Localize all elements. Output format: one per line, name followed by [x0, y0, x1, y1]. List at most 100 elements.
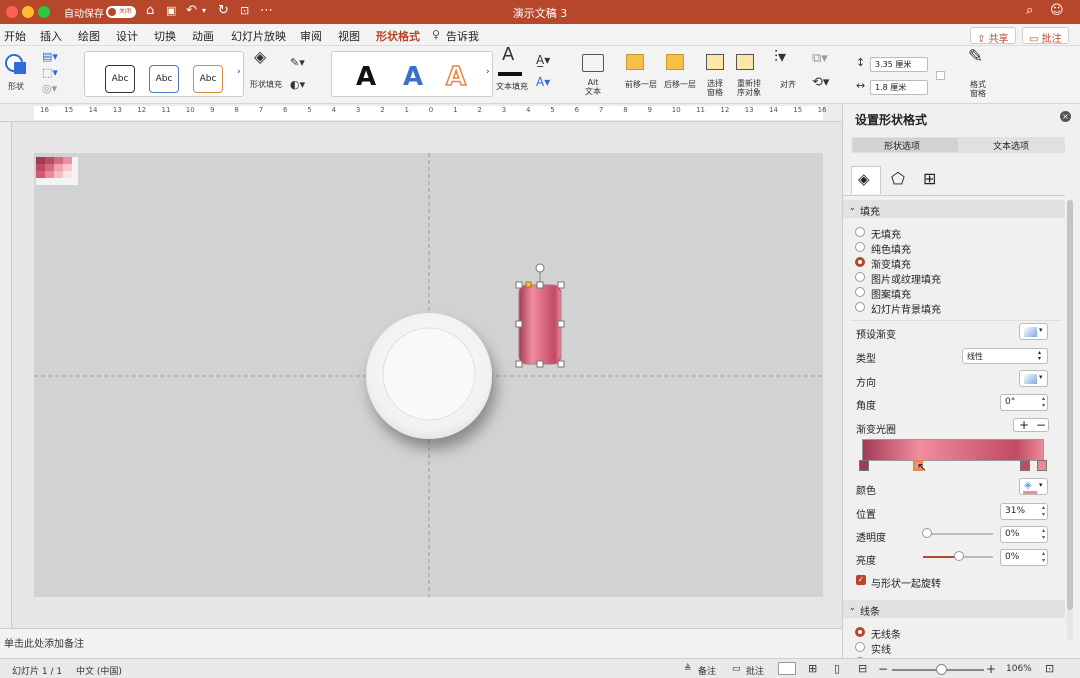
- pane-scrollbar[interactable]: [1067, 200, 1073, 640]
- position-input[interactable]: 31%: [1000, 503, 1048, 520]
- line-option-label[interactable]: 无线条: [871, 626, 901, 641]
- tab-insert[interactable]: 插入: [40, 28, 62, 44]
- close-pane-icon[interactable]: ×: [1060, 111, 1071, 122]
- rotate-with-shape-checkbox[interactable]: ✓: [856, 575, 866, 585]
- zoom-out-icon[interactable]: −: [878, 662, 888, 676]
- shape-effects-icon[interactable]: ◐▾: [290, 79, 305, 90]
- tab-shape-format[interactable]: 形状格式: [376, 28, 420, 48]
- shape-style-1[interactable]: Abc: [105, 65, 135, 93]
- tab-view[interactable]: 视图: [338, 28, 360, 44]
- fill-option-label[interactable]: 渐变填充: [871, 256, 911, 271]
- direction-dropdown[interactable]: ▾: [1019, 370, 1048, 387]
- type-select[interactable]: 线性 ▴ ▾: [962, 348, 1048, 364]
- shape-style-2[interactable]: Abc: [149, 65, 179, 93]
- fill-option-label[interactable]: 无填充: [871, 226, 901, 241]
- line-option-radio[interactable]: [855, 642, 865, 652]
- fill-bucket-icon[interactable]: ◈: [254, 49, 266, 65]
- bring-forward-icon[interactable]: [626, 54, 644, 70]
- comments-button[interactable]: ▭ 批注: [1022, 27, 1069, 45]
- wordart-style-3[interactable]: A: [445, 61, 467, 93]
- send-backward-icon[interactable]: [666, 54, 684, 70]
- slide[interactable]: [34, 153, 823, 597]
- line-option-label[interactable]: 实线: [871, 641, 891, 656]
- brightness-input[interactable]: 0%: [1000, 549, 1048, 566]
- edit-shape-icon[interactable]: ⬚▾: [42, 67, 58, 78]
- fill-option-radio[interactable]: [855, 227, 865, 237]
- color-picker-button[interactable]: ◈ ▾: [1019, 478, 1048, 495]
- group-icon[interactable]: ⧉▾: [812, 52, 828, 65]
- tab-home[interactable]: 开始: [4, 28, 26, 44]
- line-section-header[interactable]: ⌄ 线条: [843, 600, 1065, 618]
- tab-text-options[interactable]: 文本选项: [993, 139, 1029, 152]
- notes-area[interactable]: 单击此处添加备注: [0, 628, 842, 658]
- slide-sorter-icon[interactable]: ⊞: [808, 662, 817, 675]
- fill-option-radio[interactable]: [855, 257, 865, 267]
- zoom-in-icon[interactable]: +: [986, 662, 996, 676]
- language-indicator[interactable]: 中文 (中国): [76, 664, 122, 677]
- reading-view-icon[interactable]: ▯: [834, 662, 840, 675]
- account-icon[interactable]: ☺: [1050, 3, 1064, 19]
- fill-section-header[interactable]: ⌄ 填充: [843, 200, 1065, 218]
- comments-toggle[interactable]: 批注: [746, 664, 764, 677]
- size-properties-icon[interactable]: ⊞: [923, 169, 936, 188]
- tab-shape-options[interactable]: 形状选项: [884, 139, 920, 152]
- gradient-stop-3[interactable]: [1020, 460, 1030, 471]
- width-input[interactable]: 1.8 厘米: [870, 80, 928, 95]
- add-stop-icon[interactable]: +: [1019, 418, 1029, 432]
- tab-design[interactable]: 设计: [116, 28, 138, 44]
- fill-option-radio[interactable]: [855, 287, 865, 297]
- share-button[interactable]: ⇪ 共享: [970, 27, 1016, 45]
- fill-option-label[interactable]: 图案填充: [871, 286, 911, 301]
- lock-ratio-checkbox[interactable]: [936, 71, 945, 80]
- text-outline-icon[interactable]: A̲▾: [536, 54, 550, 66]
- plate-shape[interactable]: [366, 313, 492, 439]
- slideshow-icon[interactable]: ⊟: [858, 662, 867, 675]
- tab-draw[interactable]: 绘图: [78, 28, 100, 44]
- tab-tell-me[interactable]: 告诉我: [446, 28, 479, 44]
- reorder-icon[interactable]: [736, 54, 754, 70]
- merge-shapes-icon[interactable]: ◎▾: [42, 83, 57, 94]
- text-box-icon[interactable]: ▤▾: [42, 51, 58, 62]
- rotate-icon[interactable]: ⟲▾: [812, 76, 829, 89]
- fill-option-label[interactable]: 图片或纹理填充: [871, 271, 941, 286]
- gradient-bar[interactable]: [862, 439, 1044, 461]
- text-fill-icon[interactable]: A: [502, 46, 514, 64]
- zoom-slider-thumb[interactable]: [936, 664, 947, 675]
- height-input[interactable]: 3.35 厘米: [870, 57, 928, 72]
- alt-text-icon[interactable]: [582, 54, 604, 72]
- gradient-stop-1[interactable]: [859, 460, 869, 471]
- normal-view-icon[interactable]: [778, 662, 796, 675]
- pane-scrollbar-thumb[interactable]: [1067, 200, 1073, 610]
- fit-to-window-icon[interactable]: ⊡: [1045, 662, 1054, 675]
- fill-option-label[interactable]: 幻灯片背景填充: [871, 301, 941, 316]
- line-option-radio[interactable]: [855, 627, 865, 637]
- effects-pentagon-icon[interactable]: ⬠: [891, 169, 905, 188]
- notes-toggle[interactable]: 备注: [698, 664, 716, 677]
- wordart-more-icon[interactable]: ›: [486, 68, 490, 77]
- fill-option-radio[interactable]: [855, 302, 865, 312]
- shape-style-3[interactable]: Abc: [193, 65, 223, 93]
- zoom-level[interactable]: 106%: [1006, 664, 1032, 674]
- align-icon[interactable]: ⫶▾: [774, 49, 786, 65]
- wordart-style-2[interactable]: A: [403, 62, 423, 92]
- tab-review[interactable]: 审阅: [300, 28, 322, 44]
- fill-option-label[interactable]: 纯色填充: [871, 241, 911, 256]
- angle-input[interactable]: 0°: [1000, 394, 1048, 411]
- gallery-more-icon[interactable]: ›: [237, 68, 241, 77]
- selected-gradient-shape[interactable]: [515, 263, 565, 368]
- transparency-slider-thumb[interactable]: [922, 528, 932, 538]
- tab-animations[interactable]: 动画: [192, 28, 214, 44]
- brightness-slider-thumb[interactable]: [954, 551, 964, 561]
- remove-stop-icon[interactable]: −: [1036, 418, 1046, 432]
- tab-transitions[interactable]: 切换: [154, 28, 176, 44]
- gradient-stop-4[interactable]: [1037, 460, 1047, 471]
- preset-gradient-dropdown[interactable]: ▾: [1019, 323, 1048, 340]
- transparency-input[interactable]: 0%: [1000, 526, 1048, 543]
- text-effects-icon[interactable]: A▾: [536, 76, 550, 88]
- wordart-style-1[interactable]: A: [356, 62, 376, 92]
- tab-slideshow[interactable]: 幻灯片放映: [231, 28, 286, 44]
- fill-option-radio[interactable]: [855, 272, 865, 282]
- search-icon[interactable]: ⌕: [1026, 3, 1033, 19]
- fill-option-radio[interactable]: [855, 242, 865, 252]
- format-pane-icon[interactable]: ✎: [968, 48, 983, 66]
